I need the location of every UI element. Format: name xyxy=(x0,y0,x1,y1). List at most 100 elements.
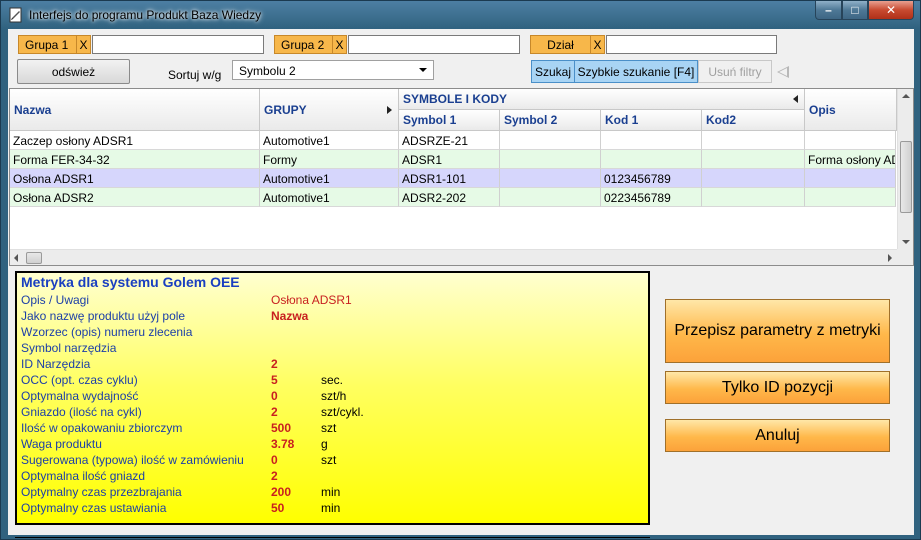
scrollbar-corner xyxy=(897,249,913,265)
cell-kod1: 0223456789 xyxy=(601,188,702,207)
window-title: Interfejs do programu Produkt Baza Wiedz… xyxy=(29,8,262,22)
scroll-left-icon[interactable] xyxy=(14,254,18,262)
maximize-icon: □ xyxy=(851,3,859,17)
metrics-title: Metryka dla systemu Golem OEE xyxy=(21,274,240,290)
metric-label: Wzorzec (opis) numeru zlecenia xyxy=(21,325,193,339)
cell-symbol1: ADSR2-202 xyxy=(399,188,500,207)
metric-value[interactable]: 2 xyxy=(271,405,278,419)
metric-value[interactable]: 2 xyxy=(271,357,278,371)
metric-value[interactable]: 50 xyxy=(271,501,284,515)
scroll-down-icon[interactable] xyxy=(902,240,910,244)
application-window: Interfejs do programu Produkt Baza Wiedz… xyxy=(0,0,921,540)
scroll-right-icon[interactable] xyxy=(888,254,892,262)
metric-row-order-qty: Sugerowana (typowa) ilość w zamówieniu 0 s… xyxy=(21,452,644,468)
collapse-left-icon[interactable] xyxy=(793,95,798,103)
metric-value[interactable]: 200 xyxy=(271,485,291,499)
metric-value[interactable]: 0 xyxy=(271,389,278,403)
cell-opis: Forma osłony ADSR1 xyxy=(805,150,896,169)
vertical-scroll-thumb[interactable] xyxy=(900,141,912,213)
divider xyxy=(15,537,650,538)
cell-symbol2 xyxy=(500,188,601,207)
minimize-icon: – xyxy=(825,3,832,17)
horizontal-scroll-thumb[interactable] xyxy=(26,252,42,264)
metric-value[interactable]: Osłona ADSR1 xyxy=(271,293,352,307)
copy-params-button[interactable]: Przepisz parametry z metryki xyxy=(665,299,890,363)
column-header-grupy[interactable]: GRUPY xyxy=(260,89,399,131)
scroll-up-icon[interactable] xyxy=(902,94,910,98)
grupa2-input[interactable] xyxy=(348,35,520,54)
cell-opis xyxy=(805,131,896,150)
metric-unit: szt/h xyxy=(321,389,347,403)
cell-nazwa: Osłona ADSR2 xyxy=(10,188,260,207)
metric-label: Ilość w opakowaniu zbiorczym xyxy=(21,421,183,435)
metric-value[interactable]: 3.78 xyxy=(271,437,294,451)
dzial-clear-button[interactable]: X xyxy=(591,35,605,54)
metric-row-setup-time: Optymalny czas ustawiania 50 min xyxy=(21,500,644,516)
horizontal-scrollbar[interactable] xyxy=(10,249,897,265)
metric-value[interactable]: 0 xyxy=(271,453,278,467)
column-header-grupy-label: GRUPY xyxy=(264,102,307,117)
column-group-symbole-label: SYMBOLE I KODY xyxy=(403,92,508,106)
collapse-arrow-icon[interactable] xyxy=(777,66,789,78)
column-header-symbol2[interactable]: Symbol 2 xyxy=(500,110,601,131)
column-header-kod2-label: Kod2 xyxy=(706,113,736,127)
minimize-button[interactable]: – xyxy=(815,1,842,20)
metric-label: OCC (opt. czas cyklu) xyxy=(21,373,138,387)
refresh-button[interactable]: odśwież xyxy=(17,59,130,84)
metric-label: Sugerowana (typowa) ilość w zamówieniu xyxy=(21,453,244,467)
column-header-nazwa[interactable]: Nazwa xyxy=(10,89,260,131)
close-button[interactable]: ✕ xyxy=(868,1,914,20)
maximize-button[interactable]: □ xyxy=(842,1,868,20)
quick-search-button[interactable]: Szybkie szukanie [F4] xyxy=(575,60,698,83)
table-row[interactable]: Forma FER-34-32 Formy ADSR1 Forma osłony… xyxy=(10,150,896,169)
metric-value[interactable]: 2 xyxy=(271,469,278,483)
table-row[interactable]: Zaczep osłony ADSR1 Automotive1 ADSRZE-2… xyxy=(10,131,896,150)
table-row[interactable]: Osłona ADSR2 Automotive1 ADSR2-202 02234… xyxy=(10,188,896,207)
metric-row-name-field: Jako nazwę produktu użyj pole Nazwa xyxy=(21,308,644,324)
metric-value[interactable]: Nazwa xyxy=(271,309,308,323)
sort-select[interactable]: Symbolu 2 xyxy=(232,60,434,80)
only-id-button[interactable]: Tylko ID pozycji xyxy=(665,371,890,404)
grupa1-input[interactable] xyxy=(92,35,264,54)
search-button[interactable]: Szukaj xyxy=(531,60,575,83)
metric-value[interactable]: 500 xyxy=(271,421,291,435)
vertical-scrollbar[interactable] xyxy=(897,89,913,249)
column-group-symbole[interactable]: SYMBOLE I KODY xyxy=(399,89,805,110)
column-header-symbol1-label: Symbol 1 xyxy=(403,113,457,127)
metric-value[interactable]: 5 xyxy=(271,373,278,387)
column-header-nazwa-label: Nazwa xyxy=(14,102,52,117)
cell-kod2 xyxy=(702,131,805,150)
dzial-input[interactable] xyxy=(606,35,777,54)
metric-row-tool-id: ID Narzędzia 2 xyxy=(21,356,644,372)
metric-row-efficiency: Optymalna wydajność 0 szt/h xyxy=(21,388,644,404)
cell-symbol1: ADSR1 xyxy=(399,150,500,169)
expand-right-icon[interactable] xyxy=(387,105,392,114)
table-row-selected[interactable]: Osłona ADSR1 Automotive1 ADSR1-101 01234… xyxy=(10,169,896,188)
grupa2-filter-button[interactable]: Grupa 2 xyxy=(274,35,333,54)
cell-opis xyxy=(805,188,896,207)
metric-unit: min xyxy=(321,501,341,515)
cell-opis xyxy=(805,169,896,188)
dzial-filter-button[interactable]: Dział xyxy=(530,35,591,54)
metric-row-occ: OCC (opt. czas cyklu) 5 sec. xyxy=(21,372,644,388)
grupa1-filter-button[interactable]: Grupa 1 xyxy=(18,35,77,54)
metric-label: ID Narzędzia xyxy=(21,357,91,371)
metrics-panel: Metryka dla systemu Golem OEE Opis / Uwa… xyxy=(15,271,650,525)
grupa2-clear-button[interactable]: X xyxy=(333,35,347,54)
cell-symbol2 xyxy=(500,131,601,150)
grupa1-clear-button[interactable]: X xyxy=(77,35,91,54)
title-bar[interactable]: Interfejs do programu Produkt Baza Wiedz… xyxy=(1,1,920,29)
column-header-kod1[interactable]: Kod 1 xyxy=(601,110,702,131)
cancel-button[interactable]: Anuluj xyxy=(665,419,890,452)
sort-select-value: Symbolu 2 xyxy=(239,64,296,78)
clear-filters-button[interactable]: Usuń filtry xyxy=(698,60,772,83)
cell-symbol2 xyxy=(500,150,601,169)
metric-row-opis: Opis / Uwagi Osłona ADSR1 xyxy=(21,292,644,308)
column-header-kod2[interactable]: Kod2 xyxy=(702,110,805,131)
metric-row-cavity: Gniazdo (ilość na cykl) 2 szt/cykl. xyxy=(21,404,644,420)
column-header-symbol1[interactable]: Symbol 1 xyxy=(399,110,500,131)
metric-unit: min xyxy=(321,485,341,499)
metric-label: Jako nazwę produktu użyj pole xyxy=(21,309,186,323)
cell-symbol1: ADSRZE-21 xyxy=(399,131,500,150)
column-header-opis[interactable]: Opis xyxy=(805,89,897,131)
